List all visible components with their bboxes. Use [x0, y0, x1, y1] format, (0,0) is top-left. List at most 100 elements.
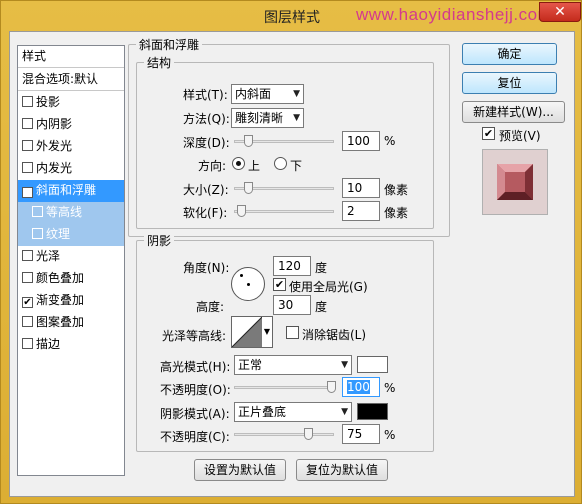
- shading-title: 阴影: [144, 232, 175, 249]
- antialias-checkbox[interactable]: [286, 326, 299, 339]
- shadow-color-swatch[interactable]: [357, 403, 388, 420]
- list-item-outer-glow[interactable]: 外发光: [18, 136, 124, 158]
- angle-input[interactable]: 120: [273, 256, 311, 276]
- highlight-color-swatch[interactable]: [357, 356, 388, 373]
- preview-checkbox[interactable]: ✔: [482, 127, 495, 140]
- checkbox-pattern-overlay[interactable]: [22, 316, 33, 327]
- chevron-down-icon: ▼: [263, 327, 270, 336]
- list-item-contour[interactable]: 等高线: [18, 202, 124, 224]
- soften-unit: 像素: [384, 206, 409, 220]
- layer-style-dialog: 图层样式 www.haoyidianshejj.com ✕ 样式 混合选项:默认…: [0, 0, 582, 504]
- checkbox-outer-glow[interactable]: [22, 140, 33, 151]
- size-input[interactable]: 10: [342, 178, 380, 198]
- chevron-down-icon: ▼: [341, 407, 348, 417]
- highlight-opacity-unit: %: [384, 381, 396, 395]
- highlight-opacity-value: 100: [347, 380, 370, 394]
- direction-label: 方向:: [198, 159, 227, 173]
- depth-input[interactable]: 100: [342, 131, 380, 151]
- checkbox-satin[interactable]: [22, 250, 33, 261]
- radio-selected-dot: [236, 161, 241, 166]
- close-button[interactable]: ✕: [539, 2, 581, 22]
- list-item-label: 等高线: [46, 205, 83, 219]
- shadow-opacity-slider[interactable]: [234, 428, 334, 440]
- bevel-preview-icon: [497, 164, 533, 200]
- style-label: 样式(T):: [183, 88, 228, 102]
- global-light-label: 使用全局光(G): [289, 280, 368, 294]
- highlight-opacity-slider[interactable]: [234, 381, 336, 393]
- list-item-label: 光泽: [36, 249, 61, 263]
- soften-slider-thumb[interactable]: [237, 205, 246, 217]
- style-select[interactable]: 内斜面 ▼: [231, 84, 304, 104]
- gloss-contour-preview-icon: [232, 317, 262, 347]
- size-slider[interactable]: [234, 182, 334, 194]
- checkbox-gradient-overlay[interactable]: ✔: [22, 297, 33, 308]
- list-item-inner-shadow[interactable]: 内阴影: [18, 114, 124, 136]
- list-item-texture[interactable]: 纹理: [18, 224, 124, 246]
- checkbox-bevel-emboss[interactable]: ✔: [22, 187, 33, 198]
- checkbox-inner-glow[interactable]: [22, 162, 33, 173]
- list-item-bevel-emboss[interactable]: ✔ 斜面和浮雕: [18, 180, 124, 202]
- shadow-opacity-input[interactable]: 75: [342, 424, 380, 444]
- highlight-opacity-slider-thumb[interactable]: [327, 381, 336, 393]
- list-item-gradient-overlay[interactable]: ✔ 渐变叠加: [18, 290, 124, 312]
- soften-label: 软化(F):: [183, 206, 228, 220]
- reset-default-button[interactable]: 复位为默认值: [296, 459, 388, 481]
- new-style-button[interactable]: 新建样式(W)...: [462, 101, 565, 123]
- structure-title: 结构: [144, 54, 175, 71]
- list-item-inner-glow[interactable]: 内发光: [18, 158, 124, 180]
- highlight-opacity-input[interactable]: 100: [342, 377, 380, 397]
- list-item-drop-shadow[interactable]: 投影: [18, 92, 124, 114]
- list-item-color-overlay[interactable]: 颜色叠加: [18, 268, 124, 290]
- list-item-blend-options[interactable]: 混合选项:默认: [18, 69, 124, 91]
- checkbox-texture[interactable]: [32, 228, 43, 239]
- shadow-mode-select[interactable]: 正片叠底 ▼: [234, 402, 352, 422]
- angle-unit: 度: [315, 261, 328, 275]
- technique-select[interactable]: 雕刻清晰 ▼: [231, 108, 304, 128]
- size-slider-thumb[interactable]: [244, 182, 253, 194]
- list-item-label: 斜面和浮雕: [36, 183, 97, 197]
- depth-slider-thumb[interactable]: [244, 135, 253, 147]
- ok-button[interactable]: 确定: [462, 43, 557, 65]
- checkbox-inner-shadow[interactable]: [22, 118, 33, 129]
- list-item-label: 投影: [36, 95, 61, 109]
- list-item-pattern-overlay[interactable]: 图案叠加: [18, 312, 124, 334]
- list-item-label: 颜色叠加: [36, 271, 85, 285]
- antialias-label: 消除锯齿(L): [302, 328, 367, 342]
- soften-input[interactable]: 2: [342, 201, 380, 221]
- list-item-stroke[interactable]: 描边: [18, 334, 124, 356]
- style-preview: [482, 149, 548, 215]
- list-item-label: 描边: [36, 337, 61, 351]
- highlight-mode-value: 正常: [238, 358, 263, 372]
- depth-slider[interactable]: [234, 135, 334, 147]
- gloss-contour-label: 光泽等高线:: [162, 329, 227, 343]
- size-unit: 像素: [384, 183, 409, 197]
- altitude-input[interactable]: 30: [273, 295, 311, 315]
- checkbox-color-overlay[interactable]: [22, 272, 33, 283]
- technique-select-value: 雕刻清晰: [235, 111, 284, 125]
- chevron-down-icon: ▼: [341, 360, 348, 370]
- global-light-checkbox[interactable]: ✔: [273, 278, 286, 291]
- preview-label: 预览(V): [499, 129, 541, 143]
- list-item-label: 纹理: [46, 227, 71, 241]
- highlight-mode-select[interactable]: 正常 ▼: [234, 355, 352, 375]
- angle-dial[interactable]: [231, 267, 265, 301]
- checkbox-contour[interactable]: [32, 206, 43, 217]
- soften-slider[interactable]: [234, 205, 334, 217]
- checkbox-drop-shadow[interactable]: [22, 96, 33, 107]
- reset-button[interactable]: 复位: [462, 72, 557, 94]
- list-item-label: 渐变叠加: [36, 293, 85, 307]
- title-bar[interactable]: 图层样式 www.haoyidianshejj.com ✕: [1, 1, 582, 31]
- shadow-opacity-slider-thumb[interactable]: [304, 428, 313, 440]
- technique-label: 方法(Q):: [183, 112, 230, 126]
- checkbox-stroke[interactable]: [22, 338, 33, 349]
- direction-down-radio[interactable]: [274, 157, 287, 170]
- list-header-styles[interactable]: 样式: [18, 46, 124, 68]
- shadow-mode-label: 阴影模式(A):: [160, 407, 230, 421]
- shadow-opacity-label: 不透明度(C):: [160, 430, 230, 444]
- direction-down-label: 下: [290, 159, 303, 173]
- direction-up-radio[interactable]: [232, 157, 245, 170]
- make-default-button[interactable]: 设置为默认值: [194, 459, 286, 481]
- gloss-contour-picker[interactable]: ▼: [231, 316, 273, 348]
- bevel-emboss-title: 斜面和浮雕: [136, 36, 203, 53]
- list-item-satin[interactable]: 光泽: [18, 246, 124, 268]
